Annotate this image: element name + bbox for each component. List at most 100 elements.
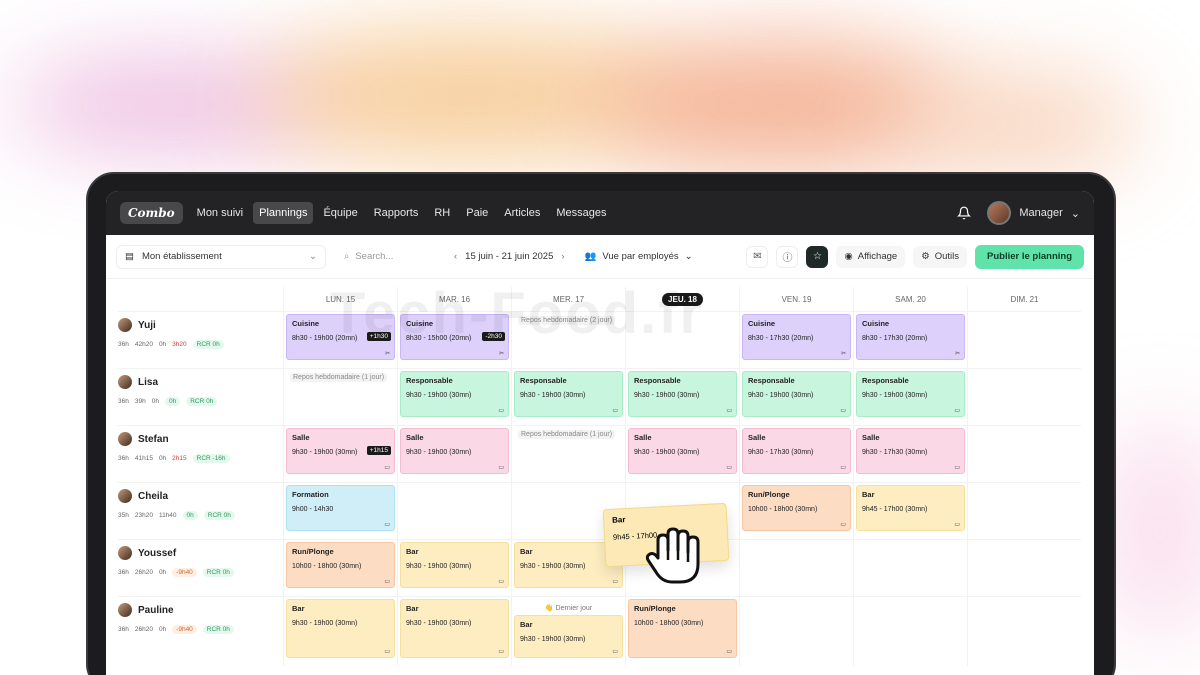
employee-row-header[interactable]: Pauline 36h 26h20 0h -9h40 RCR 0h (118, 596, 283, 666)
status-badge: 0h (182, 511, 198, 520)
shift-card[interactable]: Cuisine 8h30 - 17h30 (20mn) ✂ (742, 314, 851, 360)
schedule-cell[interactable] (967, 311, 1081, 368)
schedule-cell[interactable] (967, 482, 1081, 539)
chevron-left-icon[interactable]: ‹ (454, 251, 457, 262)
user-menu[interactable]: Manager ⌄ (987, 201, 1080, 225)
shift-card[interactable]: Responsable 9h30 - 19h00 (30mn) ▭ (856, 371, 965, 417)
schedule-cell[interactable]: Run/Plonge 10h00 - 18h00 (30mn) ▭ (283, 539, 397, 596)
app-logo[interactable]: Combo (120, 202, 183, 224)
schedule-cell[interactable]: Cuisine 8h30 - 17h30 (20mn) ✂ (739, 311, 853, 368)
shift-card[interactable]: Run/Plonge 10h00 - 18h00 (30mn) ▭ (628, 599, 737, 658)
schedule-cell[interactable]: Responsable 9h30 - 19h00 (30mn) ▭ (625, 368, 739, 425)
nav-item-5[interactable]: Paie (460, 202, 494, 224)
tools-button[interactable]: ⚙ Outils (913, 245, 968, 268)
establishment-select[interactable]: ▤ Mon établissement ⌄ (116, 244, 326, 269)
schedule-cell[interactable] (397, 482, 511, 539)
schedule-cell[interactable]: Formation 9h00 - 14h30 ▭ (283, 482, 397, 539)
schedule-cell[interactable] (967, 539, 1081, 596)
shift-card[interactable]: Salle 9h30 - 19h00 (30mn) ▭ (628, 428, 737, 474)
employee-row-header[interactable]: Lisa 36h 39h 0h 0h RCR 0h (118, 368, 283, 425)
shift-card[interactable]: Bar 9h45 - 17h00 (30mn) ▭ (856, 485, 965, 531)
schedule-cell[interactable]: Cuisine 8h30 - 15h00 (20mn) -2h30 ✂ (397, 311, 511, 368)
employee-row-header[interactable]: Cheila 35h 23h20 11h40 0h RCR 0h (118, 482, 283, 539)
schedule-cell[interactable]: Repos hebdomadaire (2 jour) (511, 311, 625, 368)
schedule-cell[interactable]: Bar 9h30 - 19h00 (30mn) ▭ (283, 596, 397, 666)
day-header[interactable]: DIM. 21 (967, 287, 1081, 311)
day-header[interactable]: LUN. 15 (283, 287, 397, 311)
shift-card[interactable]: Bar 9h30 - 19h00 (30mn) ▭ (400, 542, 509, 588)
schedule-cell[interactable] (853, 539, 967, 596)
day-header[interactable]: MAR. 16 (397, 287, 511, 311)
shift-card[interactable]: Salle 9h30 - 17h30 (30mn) ▭ (742, 428, 851, 474)
schedule-cell[interactable]: Salle 9h30 - 17h30 (30mn) ▭ (853, 425, 967, 482)
view-select[interactable]: 👥 Vue par employés ⌄ (585, 251, 693, 262)
schedule-cell[interactable]: Salle 9h30 - 19h00 (30mn) ▭ (625, 425, 739, 482)
date-range-label[interactable]: 15 juin - 21 juin 2025 (465, 251, 553, 262)
employee-stats: 35h 23h20 11h40 0h RCR 0h (118, 511, 279, 520)
publish-planning-button[interactable]: Publier le planning (975, 244, 1084, 269)
day-header[interactable]: JEU. 18 (625, 287, 739, 311)
schedule-cell[interactable]: Run/Plonge 10h00 - 18h00 (30mn) ▭ (625, 596, 739, 666)
shift-card[interactable]: Cuisine 8h30 - 19h00 (20mn) +1h30 ✂ (286, 314, 395, 360)
schedule-cell[interactable] (967, 368, 1081, 425)
shift-role: Salle (862, 433, 880, 442)
nav-item-1[interactable]: Plannings (253, 202, 314, 224)
schedule-cell[interactable]: Responsable 9h30 - 19h00 (30mn) ▭ (397, 368, 511, 425)
alert-icon[interactable]: ⓘ (776, 245, 799, 268)
employee-row-header[interactable]: Stefan 36h 41h15 0h 2h15 RCR -16h (118, 425, 283, 482)
schedule-cell[interactable]: Salle 9h30 - 19h00 (30mn) +1h15 ▭ (283, 425, 397, 482)
nav-item-7[interactable]: Messages (550, 202, 612, 224)
shift-card[interactable]: Bar 9h30 - 19h00 (30mn) ▭ (514, 615, 623, 658)
day-header[interactable]: SAM. 20 (853, 287, 967, 311)
schedule-cell[interactable]: Responsable 9h30 - 19h00 (30mn) ▭ (739, 368, 853, 425)
schedule-cell[interactable]: Cuisine 8h30 - 19h00 (20mn) +1h30 ✂ (283, 311, 397, 368)
shift-card[interactable]: Bar 9h30 - 19h00 (30mn) ▭ (400, 599, 509, 658)
shift-card[interactable]: Responsable 9h30 - 19h00 (30mn) ▭ (514, 371, 623, 417)
employee-row-header[interactable]: Youssef 36h 26h20 0h -9h40 RCR 0h (118, 539, 283, 596)
shift-card[interactable]: Cuisine 8h30 - 17h30 (20mn) ✂ (856, 314, 965, 360)
shift-card[interactable]: Responsable 9h30 - 19h00 (30mn) ▭ (400, 371, 509, 417)
nav-item-3[interactable]: Rapports (368, 202, 425, 224)
schedule-cell[interactable]: Salle 9h30 - 19h00 (30mn) ▭ (397, 425, 511, 482)
schedule-cell[interactable]: Cuisine 8h30 - 17h30 (20mn) ✂ (853, 311, 967, 368)
schedule-cell[interactable]: Repos hebdomadaire (1 jour) (511, 425, 625, 482)
shift-card[interactable]: Salle 9h30 - 19h00 (30mn) ▭ (400, 428, 509, 474)
schedule-cell[interactable] (739, 596, 853, 666)
shift-card[interactable]: Cuisine 8h30 - 15h00 (20mn) -2h30 ✂ (400, 314, 509, 360)
shift-card[interactable]: Formation 9h00 - 14h30 ▭ (286, 485, 395, 531)
schedule-cell[interactable]: Bar 9h30 - 19h00 (30mn) ▭ (397, 539, 511, 596)
employee-row-header[interactable]: Yuji 36h 42h20 0h 3h20 RCR 0h (118, 311, 283, 368)
schedule-cell[interactable] (625, 311, 739, 368)
schedule-cell[interactable] (853, 596, 967, 666)
day-header[interactable]: VEN. 19 (739, 287, 853, 311)
schedule-cell[interactable]: Bar 9h30 - 19h00 (30mn) ▭ (397, 596, 511, 666)
schedule-cell[interactable]: Bar 9h45 - 17h00 (30mn) ▭ (853, 482, 967, 539)
schedule-cell[interactable] (967, 596, 1081, 666)
mail-icon[interactable]: ✉ (746, 245, 769, 268)
display-button[interactable]: ◉ Affichage (836, 245, 906, 268)
schedule-cell[interactable]: Run/Plonge 10h00 - 18h00 (30mn) ▭ (739, 482, 853, 539)
star-icon[interactable]: ☆ (806, 245, 829, 268)
schedule-cell[interactable] (967, 425, 1081, 482)
chevron-right-icon[interactable]: › (561, 251, 564, 262)
day-header[interactable]: MER. 17 (511, 287, 625, 311)
shift-card[interactable]: Run/Plonge 10h00 - 18h00 (30mn) ▭ (286, 542, 395, 588)
schedule-cell[interactable]: Salle 9h30 - 17h30 (30mn) ▭ (739, 425, 853, 482)
schedule-cell[interactable]: 👋 Dernier jour Bar 9h30 - 19h00 (30mn) ▭ (511, 596, 625, 666)
nav-item-4[interactable]: RH (428, 202, 456, 224)
nav-item-6[interactable]: Articles (498, 202, 546, 224)
schedule-cell[interactable]: Repos hebdomadaire (1 jour) (283, 368, 397, 425)
search-input[interactable]: ⌕ Search... (344, 251, 434, 262)
shift-card[interactable]: Run/Plonge 10h00 - 18h00 (30mn) ▭ (742, 485, 851, 531)
nav-item-2[interactable]: Équipe (317, 202, 363, 224)
schedule-cell[interactable]: Responsable 9h30 - 19h00 (30mn) ▭ (853, 368, 967, 425)
schedule-cell[interactable] (739, 539, 853, 596)
schedule-cell[interactable]: Responsable 9h30 - 19h00 (30mn) ▭ (511, 368, 625, 425)
shift-card[interactable]: Bar 9h30 - 19h00 (30mn) ▭ (286, 599, 395, 658)
nav-item-0[interactable]: Mon suivi (191, 202, 249, 224)
shift-card[interactable]: Responsable 9h30 - 19h00 (30mn) ▭ (742, 371, 851, 417)
shift-card[interactable]: Responsable 9h30 - 19h00 (30mn) ▭ (628, 371, 737, 417)
shift-card[interactable]: Salle 9h30 - 19h00 (30mn) +1h15 ▭ (286, 428, 395, 474)
bell-icon[interactable] (955, 204, 973, 222)
shift-card[interactable]: Salle 9h30 - 17h30 (30mn) ▭ (856, 428, 965, 474)
